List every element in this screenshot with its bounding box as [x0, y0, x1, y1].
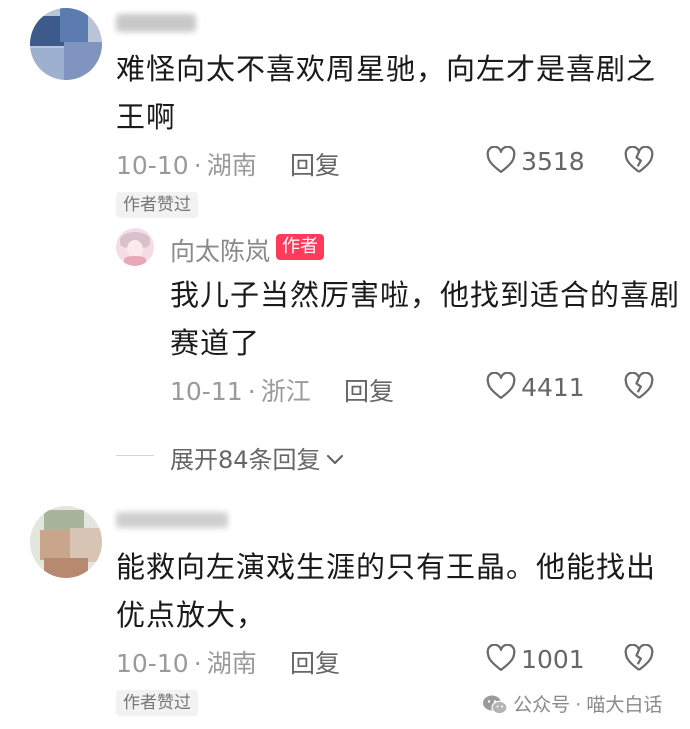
expand-replies-label: 展开84条回复	[170, 446, 321, 474]
reply-location: 浙江	[260, 377, 311, 406]
watermark: 公众号 · 喵大白话	[482, 690, 662, 717]
reply-date: 10-11	[170, 377, 243, 406]
broken-heart-icon	[624, 643, 654, 671]
like-count: 1001	[521, 645, 585, 674]
avatar-blur-block	[64, 42, 102, 80]
separator-dot: ·	[247, 377, 256, 406]
author-liked-badge: 作者赞过	[116, 690, 198, 716]
reply-button[interactable]: 回复	[290, 146, 340, 182]
author-tag-badge: 作者	[276, 234, 324, 260]
heart-outline-icon	[486, 643, 516, 671]
expand-divider	[116, 455, 154, 456]
heart-outline-icon	[486, 145, 516, 173]
commenter-name[interactable]	[116, 14, 196, 32]
comment-text-line: 优点放大，	[116, 598, 267, 632]
reply-text-line: 赛道了	[170, 326, 261, 360]
commenter-avatar[interactable]	[30, 506, 102, 578]
watermark-name: 喵大白话	[586, 694, 663, 716]
like-count: 4411	[521, 373, 585, 402]
avatar-blur-block	[40, 530, 70, 560]
avatar-blur-block	[30, 16, 64, 46]
watermark-channel: 公众号	[513, 694, 571, 716]
comment-date: 10-10	[116, 649, 189, 678]
author-liked-badge: 作者赞过	[116, 192, 198, 218]
separator-dot: ·	[193, 151, 202, 180]
reply-button[interactable]: 回复	[344, 372, 394, 408]
comment-text-line: 难怪向太不喜欢周星驰，向左才是喜剧之	[116, 52, 657, 86]
avatar-blur-block	[70, 528, 102, 562]
dislike-button[interactable]	[624, 145, 654, 178]
avatar-detail	[124, 256, 146, 266]
commenter-name[interactable]	[116, 512, 228, 528]
commenter-avatar[interactable]	[30, 8, 102, 80]
comment-meta: 10-10 · 湖南	[116, 146, 257, 182]
like-button[interactable]: 1001	[486, 643, 585, 674]
chevron-down-icon	[326, 454, 343, 465]
comment-text-line: 能救向左演戏生涯的只有王晶。他能找出	[116, 550, 657, 584]
author-avatar[interactable]	[116, 228, 154, 266]
broken-heart-icon	[624, 145, 654, 173]
broken-heart-icon	[624, 371, 654, 399]
like-count: 3518	[521, 147, 585, 176]
reply-author-name[interactable]: 向太陈岚	[170, 232, 270, 268]
comment-location: 湖南	[206, 151, 257, 180]
like-button[interactable]: 4411	[486, 371, 585, 402]
separator-dot: ·	[193, 649, 202, 678]
dislike-button[interactable]	[624, 643, 654, 676]
avatar-blur-block	[44, 558, 88, 578]
reply-button[interactable]: 回复	[290, 644, 340, 680]
separator-dot: ·	[575, 694, 582, 716]
avatar-blur-block	[30, 48, 64, 80]
expand-replies-button[interactable]: 展开84条回复	[170, 440, 344, 475]
reply-meta: 10-11 · 浙江	[170, 372, 311, 408]
avatar-blur-block	[60, 8, 88, 42]
like-button[interactable]: 3518	[486, 145, 585, 176]
heart-outline-icon	[486, 371, 516, 399]
wechat-logo-icon	[483, 695, 508, 715]
dislike-button[interactable]	[624, 371, 654, 404]
comment-meta: 10-10 · 湖南	[116, 644, 257, 680]
comment-date: 10-10	[116, 151, 189, 180]
reply-text-line: 我儿子当然厉害啦，他找到适合的喜剧	[170, 278, 681, 312]
comment-text-line: 王啊	[116, 100, 177, 134]
comment-location: 湖南	[206, 649, 257, 678]
